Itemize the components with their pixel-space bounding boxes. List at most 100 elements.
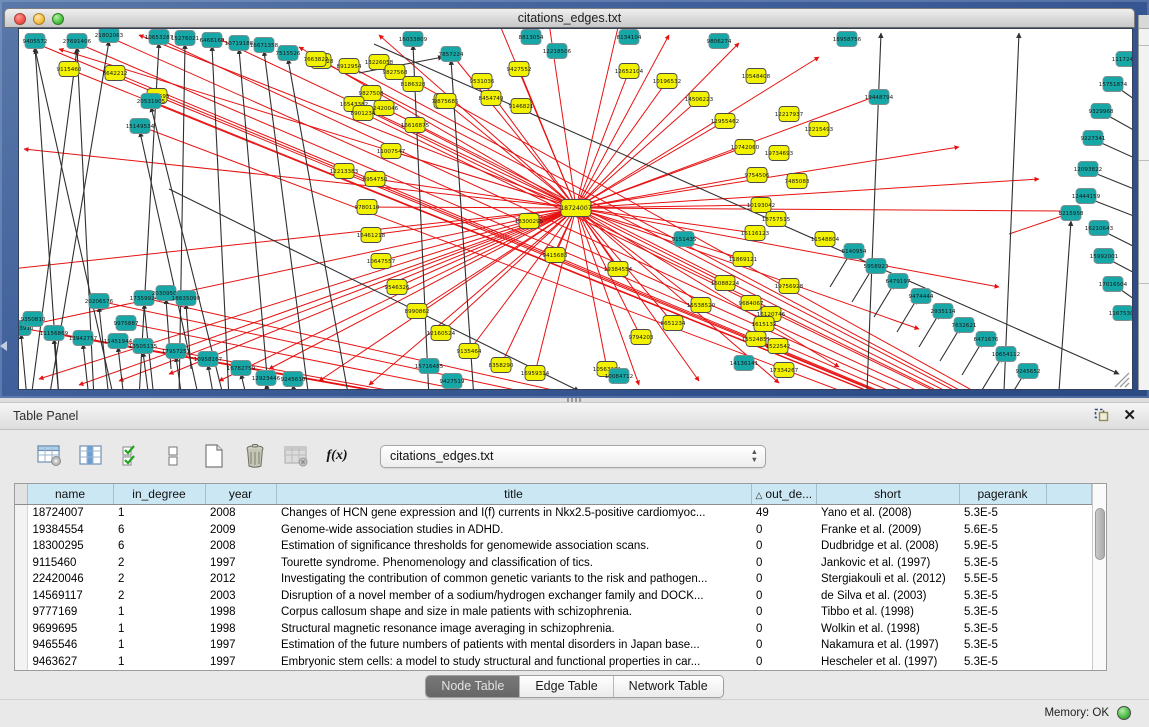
column-header-name[interactable]: name: [27, 484, 113, 505]
graph-node[interactable]: 7515526: [276, 46, 301, 61]
graph-node[interactable]: 9975887: [114, 316, 139, 331]
table-source-selector[interactable]: citations_edges.txt ▲▼: [380, 445, 766, 468]
table-vertical-scrollbar[interactable]: [1092, 484, 1107, 670]
graph-node[interactable]: 11156869: [40, 326, 69, 341]
graph-node[interactable]: 12652104: [615, 64, 644, 79]
graph-node[interactable]: 9427519: [440, 374, 465, 389]
graph-node[interactable]: 9754506: [745, 168, 770, 183]
graph-node[interactable]: 7632621: [952, 318, 977, 333]
graph-node[interactable]: 15992001: [1090, 249, 1119, 264]
graph-node[interactable]: 9151435: [672, 232, 697, 247]
network-window-titlebar[interactable]: citations_edges.txt: [4, 8, 1135, 28]
graph-node[interactable]: 12093822: [1074, 162, 1102, 177]
graph-node[interactable]: 16671358: [250, 38, 279, 53]
tab-network-table[interactable]: Network Table: [613, 676, 723, 697]
table-row[interactable]: 1456911722003Disruption of a novel membe…: [15, 587, 1091, 603]
graph-node[interactable]: 7663822: [304, 52, 329, 67]
graph-node[interactable]: 14506223: [685, 92, 714, 107]
memory-status-indicator[interactable]: [1117, 706, 1131, 720]
graph-node[interactable]: 8358290: [489, 358, 514, 373]
graph-node[interactable]: 16461218: [357, 228, 386, 243]
network-canvas[interactable]: 1872400795310367902712166168751100754789…: [18, 28, 1133, 390]
column-header-gutter[interactable]: [15, 484, 27, 505]
graph-node[interactable]: 9245652: [1016, 364, 1041, 379]
graph-node[interactable]: 9474444: [909, 289, 934, 304]
graph-node[interactable]: 9329968: [1089, 104, 1114, 119]
graph-node[interactable]: 15751874: [1099, 77, 1128, 92]
column-header-pagerank[interactable]: pagerank: [959, 484, 1046, 505]
column-header-short[interactable]: short: [816, 484, 959, 505]
graph-node[interactable]: 10742060: [731, 140, 760, 155]
graph-node[interactable]: 18635090: [172, 291, 201, 306]
graph-node[interactable]: 16959314: [521, 366, 550, 381]
column-header-title[interactable]: title: [276, 484, 751, 505]
graph-node[interactable]: 19384554: [604, 262, 633, 277]
graph-node[interactable]: 18724007: [560, 200, 592, 217]
delete-column-icon[interactable]: [241, 442, 269, 470]
graph-node[interactable]: 9806274: [707, 34, 732, 49]
graph-node[interactable]: 9350810: [21, 312, 46, 327]
graph-node[interactable]: 10548408: [742, 69, 771, 84]
graph-node[interactable]: 8990862: [405, 304, 430, 319]
graph-node[interactable]: 12217937: [775, 107, 804, 122]
graph-node[interactable]: 8471676: [974, 332, 999, 347]
scrollbar-thumb[interactable]: [1095, 508, 1105, 560]
close-panel-icon[interactable]: ✕: [1123, 406, 1136, 426]
graph-node[interactable]: 16782759: [227, 361, 256, 376]
graph-node[interactable]: 10653287: [145, 30, 174, 45]
canvas-resize-grip-icon[interactable]: [1115, 373, 1129, 387]
graph-node[interactable]: 17016504: [1099, 277, 1128, 292]
graph-node[interactable]: 11007547: [377, 144, 406, 159]
graph-node[interactable]: 9135464: [457, 344, 482, 359]
new-column-icon[interactable]: [200, 442, 228, 470]
graph-node[interactable]: 18958756: [833, 32, 862, 47]
citation-network-graph[interactable]: 1872400795310367902712166168751100754789…: [19, 29, 1132, 389]
graph-node[interactable]: 10084712: [605, 369, 633, 384]
graph-node[interactable]: 9146821: [509, 99, 534, 114]
graph-node[interactable]: 8901234: [351, 106, 376, 121]
table-row[interactable]: 1938455462009Genome-wide association stu…: [15, 522, 1091, 538]
graph-node[interactable]: 16116123: [741, 226, 770, 241]
table-row[interactable]: 2242004622012Investigating the contribut…: [15, 571, 1091, 587]
graph-node[interactable]: 27691406: [63, 34, 92, 49]
delete-table-icon[interactable]: [282, 442, 310, 470]
graph-node[interactable]: 12215493: [805, 122, 834, 137]
graph-node[interactable]: 15716485: [415, 359, 444, 374]
graph-node[interactable]: 9531036: [470, 74, 495, 89]
table-row[interactable]: 946362711997Embryonic stem cells: a mode…: [15, 653, 1091, 670]
graph-node[interactable]: 9427552: [507, 62, 532, 77]
graph-node[interactable]: 7857224: [439, 47, 464, 62]
graph-node[interactable]: 9227341: [1081, 131, 1106, 146]
graph-node[interactable]: 13942757: [69, 331, 98, 346]
column-header-gutter[interactable]: [1046, 484, 1091, 505]
graph-node[interactable]: 15149534: [126, 119, 155, 134]
graph-node[interactable]: 8912954: [337, 59, 362, 74]
graph-node[interactable]: 8813054: [519, 30, 544, 45]
graph-node[interactable]: 9546326: [385, 280, 410, 295]
float-panel-icon[interactable]: [1094, 408, 1109, 423]
table-settings-icon[interactable]: [36, 442, 64, 470]
table-row[interactable]: 946554611997Estimation of the future num…: [15, 637, 1091, 653]
graph-node[interactable]: 6466160: [200, 33, 225, 48]
graph-node[interactable]: 10647557: [367, 254, 396, 269]
graph-node[interactable]: 7485083: [785, 174, 810, 189]
graph-node[interactable]: 16033809: [399, 32, 428, 47]
graph-node[interactable]: 10193042: [747, 198, 775, 213]
graph-node[interactable]: 1522542: [766, 339, 791, 354]
table-row[interactable]: 1872400712008Changes of HCN gene express…: [15, 505, 1091, 522]
graph-node[interactable]: 8134104: [617, 30, 642, 45]
graph-node[interactable]: 15538520: [687, 298, 716, 313]
table-row[interactable]: 969969511998Structural magnetic resonanc…: [15, 620, 1091, 636]
graph-node[interactable]: 9780110: [355, 200, 380, 215]
graph-node[interactable]: 15276021: [171, 31, 200, 46]
graph-node[interactable]: 12218506: [543, 44, 572, 59]
graph-node[interactable]: 19448794: [865, 90, 894, 105]
graph-node[interactable]: 9875685: [434, 94, 459, 109]
graph-node[interactable]: 19756928: [775, 279, 804, 294]
graph-node[interactable]: 6479197: [886, 274, 911, 289]
function-builder-icon[interactable]: f(x): [323, 442, 351, 470]
graph-node[interactable]: 8642212: [103, 66, 128, 81]
table-row[interactable]: 911546021997Tourette syndrome. Phenomeno…: [15, 554, 1091, 570]
graph-node[interactable]: 12213383: [330, 164, 359, 179]
graph-node[interactable]: 8215958: [1059, 206, 1084, 221]
